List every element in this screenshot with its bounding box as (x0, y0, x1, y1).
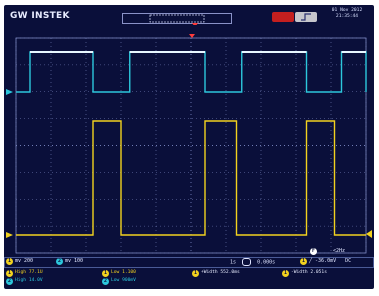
measurement-ch1-neg-width[interactable]: 1 -Width 2.051s (282, 270, 327, 277)
memory-bar-indicator[interactable] (122, 13, 232, 25)
trigger-time-marker (189, 34, 195, 38)
top-status-bar: GW INSTEK 01 Nov 2012 21:35:44 (4, 5, 374, 34)
ch2-scale-text: mv 100 (65, 258, 84, 264)
waveform-display-area[interactable] (4, 34, 374, 257)
oscilloscope-screen: GW INSTEK 01 Nov 2012 21:35:44 1 mv 200 2… (4, 5, 374, 289)
timebase-position-text: 0.000s (257, 259, 276, 266)
waveform-traces (16, 51, 367, 236)
trigger-coupling-text: DC (345, 258, 352, 264)
timebase-scale-text: 1s (230, 259, 237, 266)
meas-ch1-badge: 1 (192, 270, 199, 277)
time-position-icon (242, 258, 252, 266)
ch2-badge: 2 (56, 258, 63, 265)
ch2-ground-marker (6, 89, 13, 95)
meas-ch1-badge: 1 (102, 270, 109, 277)
ch1-ground-marker (6, 232, 13, 238)
graticule-grid (15, 37, 367, 254)
ch1-scale-text: mv 200 (15, 258, 34, 264)
timebase-readout[interactable]: 1s 0.000s (230, 258, 275, 267)
meas-ch2-badge: 2 (6, 278, 13, 285)
measurement-ch1-pos-width[interactable]: 1 +Width 552.0ms (192, 270, 240, 277)
measurement-ch2-high[interactable]: 2 High 14.0V (6, 278, 43, 285)
measurement-label: +Width 552.0ms (201, 270, 240, 275)
trigger-level-text: -36.0mV (315, 258, 337, 264)
measurement-label: Low 900mV (111, 278, 136, 283)
measurement-ch1-high[interactable]: 1 High 77.1U (6, 270, 43, 277)
measurement-label: -Width 2.051s (291, 270, 327, 275)
meas-ch1-badge: 1 (6, 270, 13, 277)
brand-logo: GW INSTEK (10, 11, 70, 21)
bottom-info-panel: 1 mv 200 2 mv 100 1s 0.000s F <2Hz 1 ╱ -36.0… (4, 248, 374, 289)
ch1-scale-readout[interactable]: 1 mv 200 (6, 258, 33, 265)
ch2-scale-readout[interactable]: 2 mv 100 (56, 258, 83, 265)
measurement-label: High 77.1U (15, 270, 43, 275)
time-text: 21:35:44 (335, 14, 359, 19)
trigger-edge-status[interactable] (295, 12, 317, 22)
measurement-ch2-low[interactable]: 2 Low 900mV (102, 278, 136, 285)
meas-ch1-badge: 1 (282, 270, 289, 277)
trigger-source-badge: F (310, 248, 317, 255)
trigger-frequency-text: <2Hz (333, 248, 346, 254)
trigger-frequency-readout: F <2Hz (310, 248, 345, 255)
trigger-channel-badge: 1 (300, 258, 307, 265)
trigger-level-marker (366, 230, 372, 238)
ch1-badge: 1 (6, 258, 13, 265)
measurement-label: High 14.0V (15, 278, 43, 283)
measurement-ch1-low[interactable]: 1 Low 1.100 (102, 270, 136, 277)
trigger-level-readout[interactable]: 1 ╱ -36.0mV DC (300, 258, 351, 265)
trigger-edge-glyph: ╱ (309, 258, 313, 264)
date-time-display: 01 Nov 2012 21:35:44 (326, 8, 368, 28)
measurement-label: Low 1.100 (111, 270, 136, 275)
trigger-position-marker (192, 23, 198, 25)
stop-status-indicator[interactable] (272, 12, 294, 22)
meas-ch2-badge: 2 (102, 278, 109, 285)
rising-edge-icon (301, 13, 311, 21)
